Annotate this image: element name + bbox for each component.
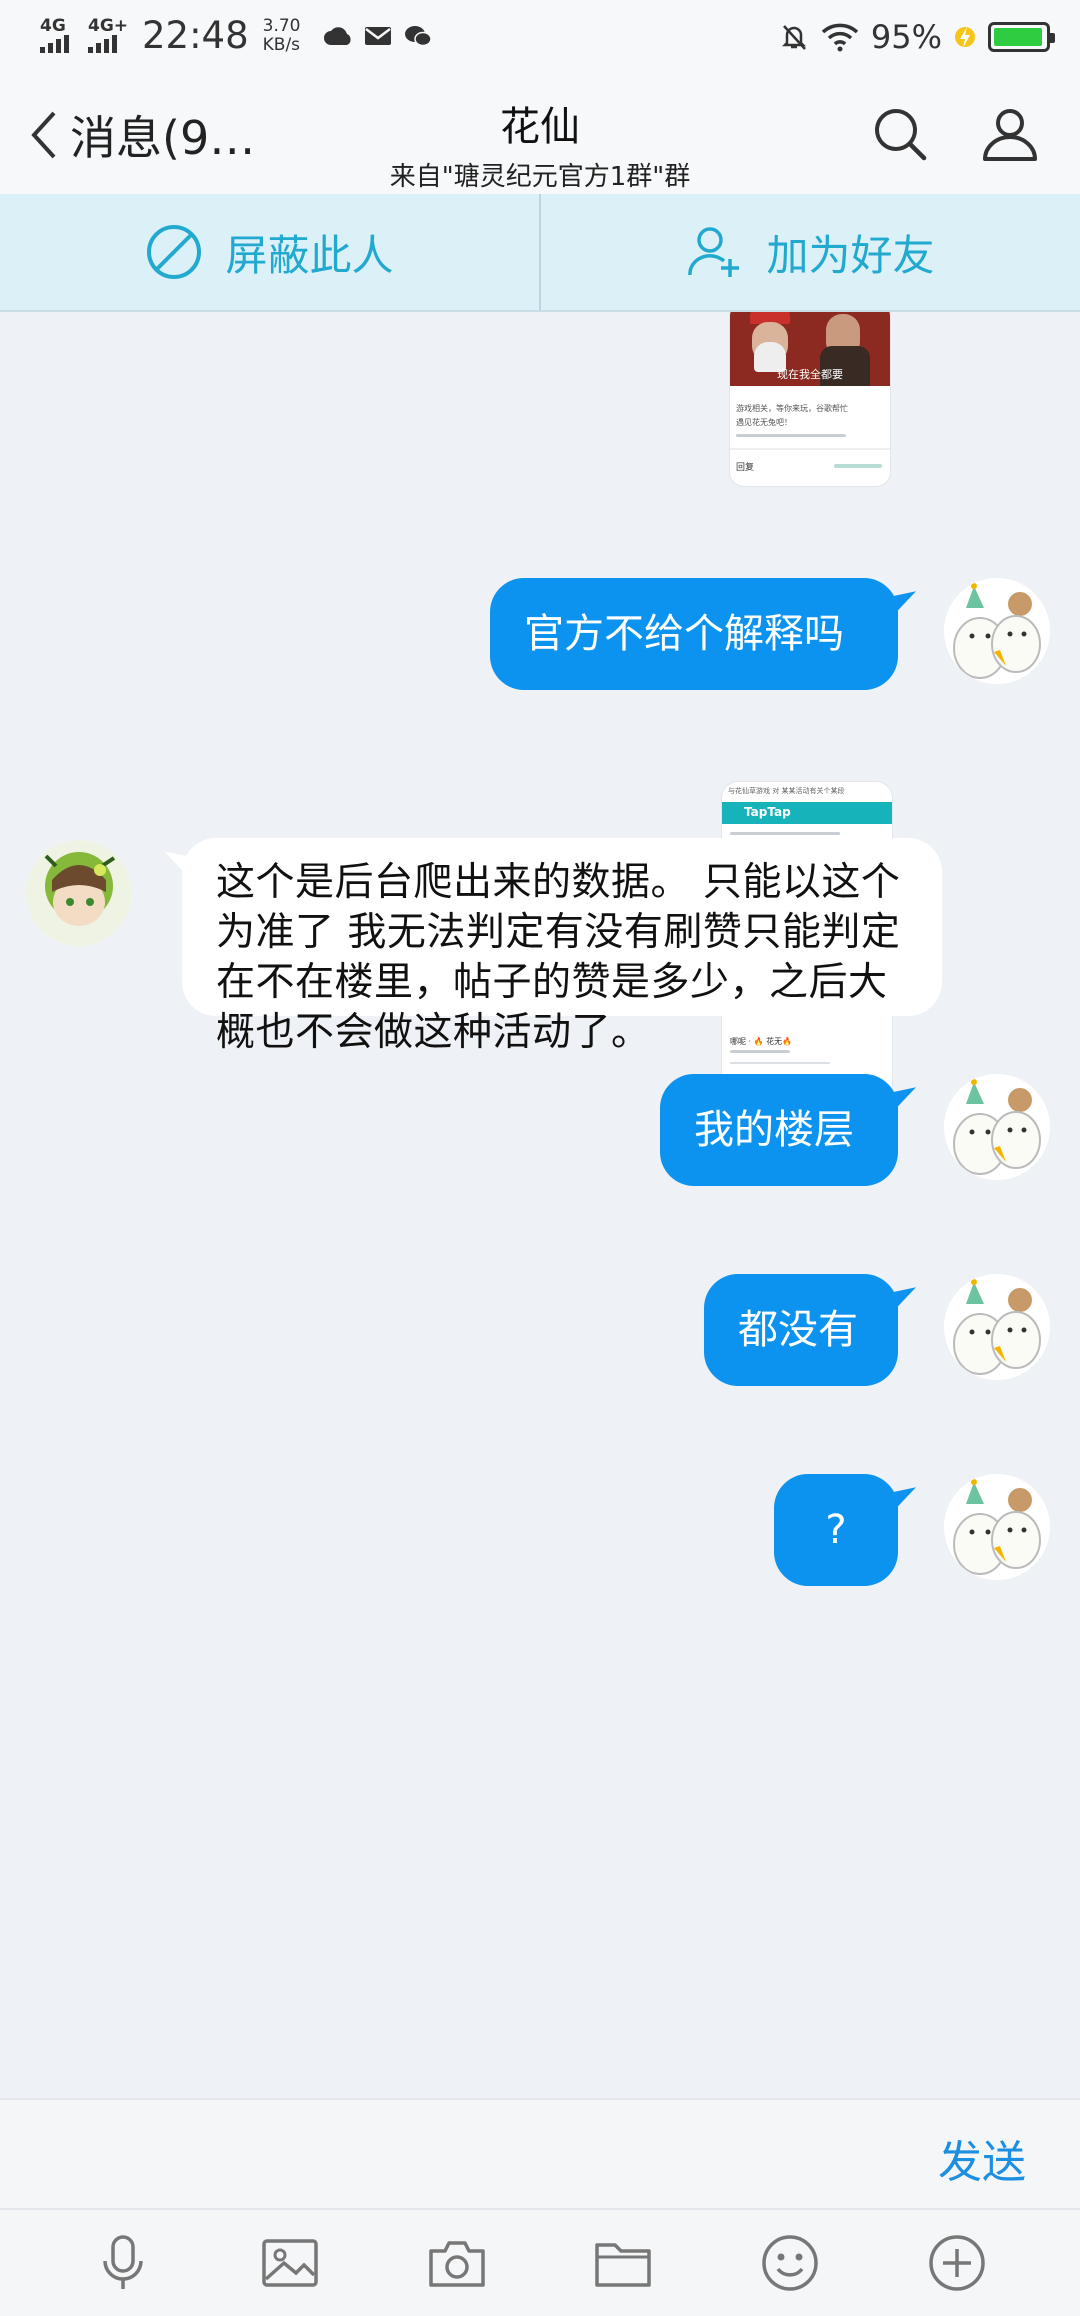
screenshot-top-text: 与花仙草游戏 对 某某活动有关个某段 xyxy=(728,787,845,795)
outgoing-message[interactable]: ? xyxy=(774,1474,898,1586)
message-list[interactable]: 现在我全都要 游戏相关，等你来玩，谷歌帮忙 遇见花无兔吧！ 回复 官方不给个解释… xyxy=(0,312,1080,2098)
incoming-message[interactable]: 这个是后台爬出来的数据。 只能以这个为准了 我无法判定有没有刷赞只能判定在不在楼… xyxy=(182,838,942,1055)
send-button[interactable]: 发送 xyxy=(938,2126,1026,2190)
message-text: 官方不给个解释吗 xyxy=(524,611,844,657)
my-avatar[interactable] xyxy=(944,1274,1050,1380)
my-avatar[interactable] xyxy=(944,1074,1050,1180)
photo-caption: 现在我全都要 xyxy=(777,368,843,381)
outgoing-message[interactable]: 我的楼层 xyxy=(660,1074,898,1186)
profile-icon[interactable] xyxy=(980,104,1040,164)
chat-toolbar xyxy=(0,2208,1080,2316)
emoji-icon[interactable] xyxy=(758,2231,822,2295)
message-text: 都没有 xyxy=(738,1307,858,1353)
image-icon[interactable] xyxy=(258,2231,322,2295)
speed-value: 3.70 xyxy=(262,15,301,36)
chevron-left-icon xyxy=(31,111,56,159)
contact-avatar[interactable] xyxy=(26,840,132,946)
wifi-icon xyxy=(821,23,859,52)
my-avatar[interactable] xyxy=(944,578,1050,684)
message-text: 这个是后台爬出来的数据。 只能以这个为准了 我无法判定有没有刷赞只能判定在不在楼… xyxy=(216,860,901,1055)
add-friend-icon xyxy=(688,227,740,277)
signal-indicator-2: 4G+ xyxy=(88,18,128,53)
microphone-icon[interactable] xyxy=(91,2231,155,2295)
battery-fill xyxy=(994,28,1042,46)
network-type-1: 4G xyxy=(40,16,66,36)
cartoon-avatar-icon xyxy=(944,1274,1050,1380)
message-text: ? xyxy=(825,1507,847,1553)
signal-bars-icon xyxy=(40,35,69,53)
back-label: 消息(9… xyxy=(70,111,256,165)
outgoing-message[interactable]: 官方不给个解释吗 xyxy=(490,578,898,690)
battery-icon xyxy=(988,22,1055,52)
chat-subtitle: 来自"瑭灵纪元官方1群"群 xyxy=(389,162,691,192)
cartoon-avatar-icon xyxy=(944,1074,1050,1180)
speed-unit: KB/s xyxy=(262,34,301,55)
block-icon xyxy=(147,225,202,279)
taptap-logo: TapTap xyxy=(744,805,791,819)
photo-thumbnail: 现在我全都要 xyxy=(730,312,890,386)
add-friend-label: 加为好友 xyxy=(766,230,935,280)
taptap-header: TapTap xyxy=(722,802,892,824)
preview-line-2: 遇见花无兔吧！ xyxy=(736,418,792,427)
mail-icon xyxy=(364,26,391,45)
block-user-label: 屏蔽此人 xyxy=(225,230,394,280)
preview-footer: 回复 xyxy=(736,463,755,473)
cartoon-avatar-icon xyxy=(944,1474,1050,1580)
battery-percent: 95% xyxy=(870,18,942,56)
message-text: 我的楼层 xyxy=(694,1107,854,1153)
input-bar: 发送 xyxy=(0,2098,1080,2208)
network-speed: 3.70 KB/s xyxy=(262,15,301,55)
chat-title: 花仙 xyxy=(500,104,580,150)
cloud-icon xyxy=(323,26,351,45)
add-friend-button[interactable]: 加为好友 xyxy=(539,194,1080,310)
block-user-button[interactable]: 屏蔽此人 xyxy=(0,194,539,310)
signal-bars-icon xyxy=(88,35,117,53)
clock: 22:48 xyxy=(142,14,249,57)
back-button[interactable]: 消息(9… xyxy=(26,102,255,168)
folder-icon[interactable] xyxy=(591,2231,655,2295)
search-icon[interactable] xyxy=(870,104,930,164)
my-avatar[interactable] xyxy=(944,1474,1050,1580)
plus-icon[interactable] xyxy=(925,2231,989,2295)
green-character-avatar-icon xyxy=(26,840,132,946)
camera-icon[interactable] xyxy=(425,2231,489,2295)
wechat-icon xyxy=(404,25,432,46)
stranger-action-bar: 屏蔽此人 加为好友 xyxy=(0,194,1080,312)
message-input[interactable] xyxy=(30,2114,910,2194)
image-message[interactable]: 现在我全都要 游戏相关，等你来玩，谷歌帮忙 遇见花无兔吧！ 回复 xyxy=(730,312,890,486)
mute-bell-icon xyxy=(781,25,806,50)
screenshot-row-meta xyxy=(730,1062,830,1064)
signal-indicator-1: 4G xyxy=(40,18,80,53)
title-bar: 消息(9… 花仙 来自"瑭灵纪元官方1群"群 xyxy=(0,76,1080,194)
preview-line-1: 游戏相关，等你来玩，谷歌帮忙 xyxy=(736,404,848,413)
charging-icon xyxy=(955,27,975,48)
network-type-2: 4G+ xyxy=(88,16,129,36)
cartoon-avatar-icon xyxy=(944,578,1050,684)
outgoing-message[interactable]: 都没有 xyxy=(704,1274,898,1386)
status-bar: 4G 4G+ 22:48 3.70 KB/s 95% xyxy=(0,0,1080,76)
